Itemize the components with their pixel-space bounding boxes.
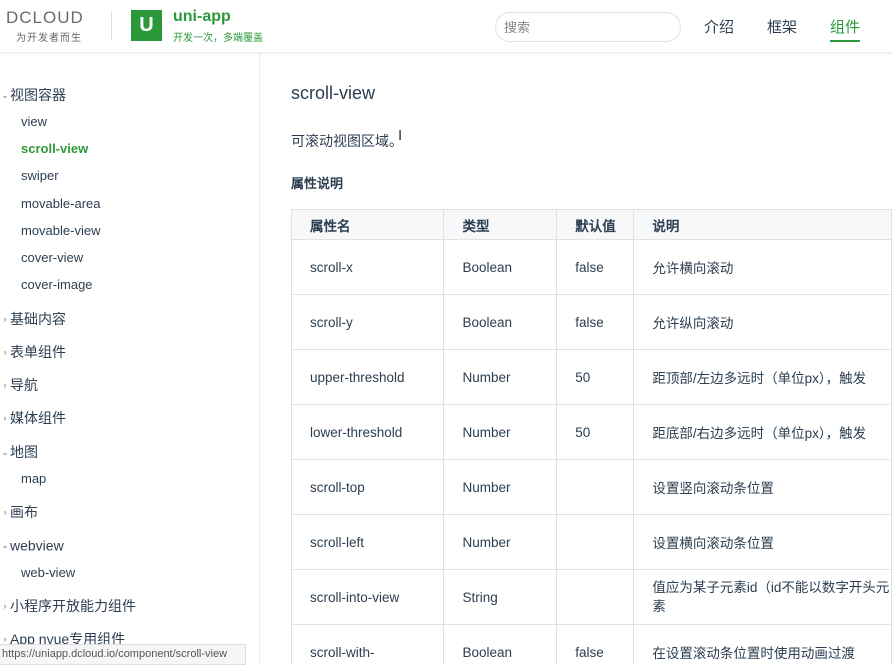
chevron-down-icon: ⌄ [1,89,9,100]
cell-description: 值应为某子元素id（id不能以数字开头元素 [633,569,892,625]
table-row: upper-threshold Number 50 距顶部/左边多远时（单位px… [290,349,892,405]
page-description: 可滚动视图区域。 [291,133,403,149]
dcloud-tagline: 为开发者而生 [16,33,82,44]
cell-description: 允许纵向滚动 [633,294,892,350]
chevron-down-icon: ⌄ [1,446,9,457]
table-row: scroll-into-view String 值应为某子元素id（id不能以数… [290,569,892,625]
cell-description: 设置横向滚动条位置 [633,514,892,570]
sidebar-item-swiper[interactable]: swiper [21,168,59,183]
header-type: 类型 [443,209,558,240]
table-header-row: 属性名 类型 默认值 说明 [290,209,892,240]
page-title: scroll-view [291,83,376,103]
sidebar-item-cover-view[interactable]: cover-view [21,250,83,265]
chevron-right-icon: › [3,601,7,611]
sidebar-group-view-container[interactable]: ⌄视图容器 [0,85,66,105]
cell-type: Boolean [443,294,558,350]
cell-description: 在设置滚动条位置时使用动画过渡 [633,624,892,665]
table-row: scroll-x Boolean false 允许横向滚动 [290,239,892,295]
section-title: 属性说明 [291,176,344,191]
link-status-bar: https://uniapp.dcloud.io/component/scrol… [0,644,246,665]
cell-attr-name: scroll-y [290,294,445,350]
cell-type: Number [443,514,558,570]
table-row: scroll-with- Boolean false 在设置滚动条位置时使用动画… [290,624,892,665]
chevron-right-icon: › [3,347,7,357]
table-row: scroll-y Boolean false 允许纵向滚动 [290,294,892,350]
chevron-right-icon: › [3,507,7,517]
sidebar-group-miniprogram[interactable]: › 小程序开放能力组件 [0,596,137,616]
sidebar-item-movable-view[interactable]: movable-view [21,223,100,238]
chevron-right-icon: › [3,413,7,423]
uni-app-subtitle: 开发一次，多端覆盖 [173,33,263,44]
cell-type: Number [443,459,558,515]
cell-default: false [556,239,635,295]
text-cursor-icon: I [398,127,403,144]
cell-attr-name: scroll-into-view [290,569,445,625]
sidebar-group-webview[interactable]: ⌄webview [0,536,63,553]
cell-default: 50 [556,349,635,405]
cell-description: 距底部/右边多远时（单位px），触发 [633,404,892,460]
nav-components[interactable]: 组件 [830,16,861,42]
cell-type: Boolean [443,239,558,295]
cell-default [556,459,635,515]
cell-attr-name: scroll-top [290,459,445,515]
sidebar-item-map[interactable]: map [21,471,46,486]
cell-attr-name: scroll-with- [290,624,445,665]
search-input[interactable] [495,12,681,42]
nav-intro[interactable]: 介绍 [704,16,734,37]
sidebar-item-scroll-view[interactable]: scroll-view [21,141,88,156]
cell-default: false [556,624,635,665]
cell-type: Number [443,404,558,460]
cell-description: 距顶部/左边多远时（单位px），触发 [633,349,892,405]
cell-default: 50 [556,404,635,460]
header-attr-name: 属性名 [290,209,445,240]
dcloud-logo[interactable]: DCLOUD 为开发者而生 [6,8,102,44]
uni-app-logo-icon[interactable]: U [131,10,162,41]
cell-default: false [556,294,635,350]
cell-type: Boolean [443,624,558,665]
cell-default [556,514,635,570]
header-default: 默认值 [556,209,635,240]
cell-type: Number [443,349,558,405]
cell-attr-name: scroll-left [290,514,445,570]
sidebar-item-web-view[interactable]: web-view [21,565,75,580]
main-content: scroll-view 可滚动视图区域。 I 属性说明 属性名 类型 默认值 说… [261,53,892,665]
sidebar-item-cover-image[interactable]: cover-image [21,277,93,292]
cell-attr-name: lower-threshold [290,404,445,460]
table-row: scroll-top Number 设置竖向滚动条位置 [290,459,892,515]
table-row: lower-threshold Number 50 距底部/右边多远时（单位px… [290,404,892,460]
cell-type: String [443,569,558,625]
uni-app-title[interactable]: uni-app [173,8,231,26]
sidebar-group-canvas[interactable]: › 画布 [0,502,39,522]
chevron-right-icon: › [3,634,7,644]
header-description: 说明 [633,209,892,240]
sidebar-group-media[interactable]: › 媒体组件 [0,408,67,428]
attributes-table: 属性名 类型 默认值 说明 scroll-x Boolean false 允许横… [290,209,892,665]
sidebar-group-navigation[interactable]: › 导航 [0,375,39,395]
chevron-down-icon: ⌄ [1,539,9,550]
cell-description: 允许横向滚动 [633,239,892,295]
chevron-right-icon: › [3,314,7,324]
nav-framework[interactable]: 框架 [767,16,797,37]
sidebar-item-movable-area[interactable]: movable-area [21,196,101,211]
sidebar-group-map[interactable]: ⌄地图 [0,442,38,462]
cell-default [556,569,635,625]
cell-description: 设置竖向滚动条位置 [633,459,892,515]
table-row: scroll-left Number 设置横向滚动条位置 [290,514,892,570]
sidebar: ⌄视图容器 view scroll-view swiper movable-ar… [0,53,260,665]
top-header: DCLOUD 为开发者而生 U uni-app 开发一次，多端覆盖 介绍 框架 … [0,0,892,53]
header-divider [111,12,112,40]
dcloud-logo-text: DCLOUD [6,8,84,27]
sidebar-group-form[interactable]: › 表单组件 [0,342,67,362]
cell-attr-name: upper-threshold [290,349,445,405]
cell-attr-name: scroll-x [290,239,445,295]
sidebar-item-view[interactable]: view [21,114,47,129]
sidebar-group-basic-content[interactable]: › 基础内容 [0,309,67,329]
chevron-right-icon: › [3,380,7,390]
